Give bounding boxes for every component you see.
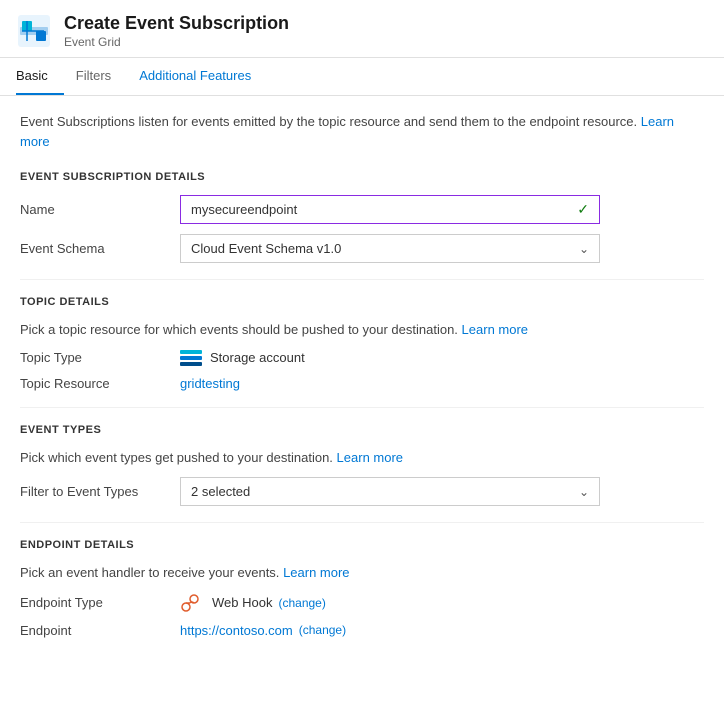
endpoint-type-label: Endpoint Type [20, 595, 180, 610]
valid-check-icon: ✓ [577, 201, 589, 218]
tab-bar: Basic Filters Additional Features [0, 58, 724, 96]
endpoint-learn-more-link[interactable]: Learn more [283, 565, 349, 580]
event-grid-icon [16, 13, 52, 49]
page-subtitle: Event Grid [64, 35, 289, 49]
topic-learn-more-link[interactable]: Learn more [462, 322, 528, 337]
topic-details-section-title: TOPIC DETAILS [20, 296, 704, 308]
topic-resource-link[interactable]: gridtesting [180, 376, 240, 391]
intro-text: Event Subscriptions listen for events em… [20, 112, 704, 151]
endpoint-value-group: https://contoso.com (change) [180, 623, 346, 638]
event-types-learn-more-link[interactable]: Learn more [337, 450, 403, 465]
endpoint-type-value-group: Web Hook (change) [180, 593, 326, 613]
event-schema-select[interactable]: Cloud Event Schema v1.0 ⌄ [180, 234, 600, 263]
header-text-group: Create Event Subscription Event Grid [64, 12, 289, 49]
endpoint-url-link[interactable]: https://contoso.com [180, 623, 293, 638]
name-row: Name mysecureendpoint ✓ [20, 195, 704, 224]
endpoint-type-row: Endpoint Type Web Hook (change) [20, 593, 704, 613]
chevron-down-icon: ⌄ [579, 242, 589, 256]
endpoint-type-change-link[interactable]: (change) [278, 596, 325, 610]
filter-event-types-select-wrapper: 2 selected ⌄ [180, 477, 600, 506]
endpoint-details-description: Pick an event handler to receive your ev… [20, 563, 704, 583]
name-label: Name [20, 202, 180, 217]
filter-event-types-row: Filter to Event Types 2 selected ⌄ [20, 477, 704, 506]
endpoint-type-value: Web Hook [212, 595, 272, 610]
tab-filters[interactable]: Filters [76, 58, 127, 95]
webhook-icon [180, 593, 200, 613]
storage-account-icon [180, 350, 202, 366]
topic-type-value: Storage account [210, 350, 305, 365]
page-title: Create Event Subscription [64, 12, 289, 35]
event-schema-row: Event Schema Cloud Event Schema v1.0 ⌄ [20, 234, 704, 263]
page-header: Create Event Subscription Event Grid [0, 0, 724, 58]
topic-type-value-group: Storage account [180, 350, 305, 366]
event-types-section-title: EVENT TYPES [20, 424, 704, 436]
endpoint-label: Endpoint [20, 623, 180, 638]
name-input[interactable]: mysecureendpoint ✓ [180, 195, 600, 224]
main-content: Event Subscriptions listen for events em… [0, 96, 724, 664]
divider-2 [20, 407, 704, 408]
topic-resource-label: Topic Resource [20, 376, 180, 391]
filter-event-types-select[interactable]: 2 selected ⌄ [180, 477, 600, 506]
event-schema-value: Cloud Event Schema v1.0 [191, 241, 341, 256]
endpoint-details-section-title: ENDPOINT DETAILS [20, 539, 704, 551]
name-input-wrapper: mysecureendpoint ✓ [180, 195, 600, 224]
filter-event-types-value: 2 selected [191, 484, 250, 499]
topic-type-row: Topic Type Storage account [20, 350, 704, 366]
endpoint-change-link[interactable]: (change) [299, 623, 346, 637]
divider-1 [20, 279, 704, 280]
event-schema-select-wrapper: Cloud Event Schema v1.0 ⌄ [180, 234, 600, 263]
topic-resource-row: Topic Resource gridtesting [20, 376, 704, 391]
tab-basic[interactable]: Basic [16, 58, 64, 95]
filter-chevron-down-icon: ⌄ [579, 485, 589, 499]
event-subscription-section-title: EVENT SUBSCRIPTION DETAILS [20, 171, 704, 183]
endpoint-row: Endpoint https://contoso.com (change) [20, 623, 704, 638]
topic-type-label: Topic Type [20, 350, 180, 365]
filter-event-types-label: Filter to Event Types [20, 484, 180, 499]
event-schema-label: Event Schema [20, 241, 180, 256]
tab-additional-features[interactable]: Additional Features [139, 58, 267, 95]
name-value: mysecureendpoint [191, 202, 297, 217]
event-types-description: Pick which event types get pushed to you… [20, 448, 704, 468]
divider-3 [20, 522, 704, 523]
topic-details-description: Pick a topic resource for which events s… [20, 320, 704, 340]
